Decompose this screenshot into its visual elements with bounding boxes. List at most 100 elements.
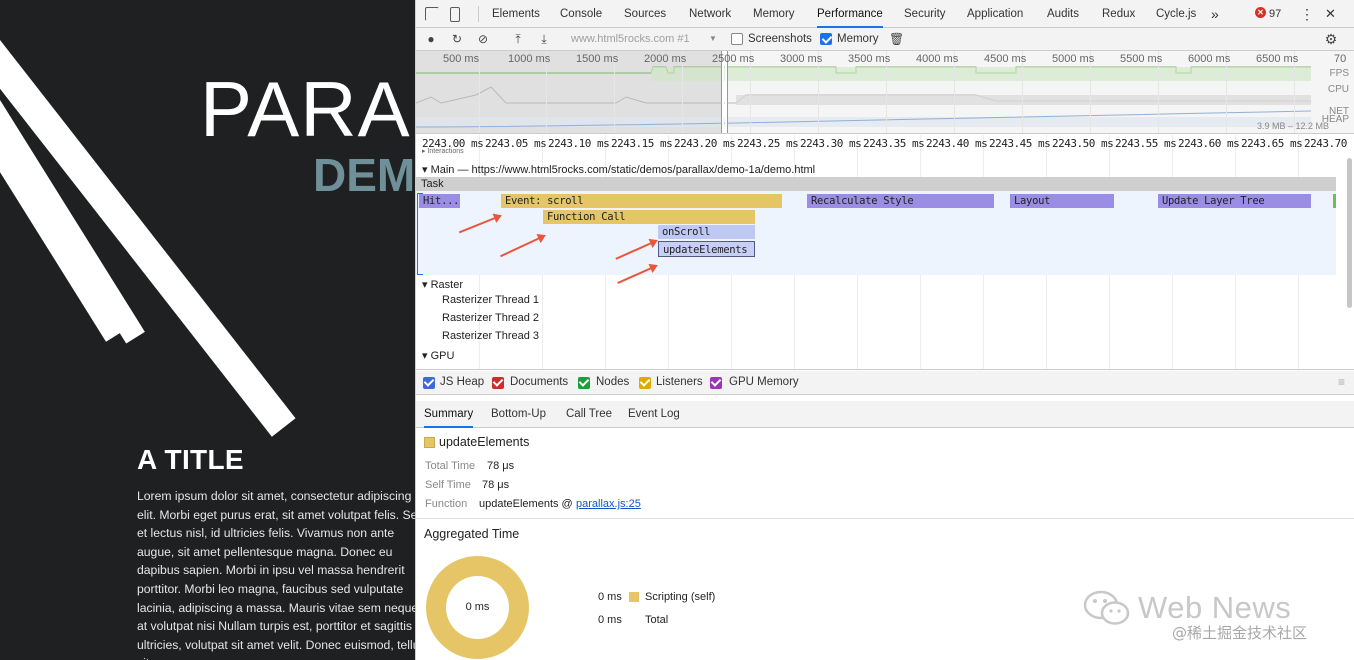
flame-tick: 2243.45 ms: [989, 137, 1051, 150]
clear-icon[interactable]: ⊘: [476, 32, 490, 46]
tab-security[interactable]: Security: [904, 0, 946, 28]
memory-checkbox[interactable]: [820, 33, 832, 45]
overview-tick: 70: [1334, 53, 1347, 65]
download-profile-icon[interactable]: ⤓: [537, 32, 551, 46]
screenshots-label: Screenshots: [748, 33, 812, 45]
error-count[interactable]: 97: [1269, 0, 1281, 28]
flame-scrollbar[interactable]: [1347, 158, 1352, 308]
documents-checkbox[interactable]: [492, 377, 504, 389]
kebab-menu-icon[interactable]: ⋮: [1300, 0, 1314, 28]
drag-handle-icon[interactable]: ≡: [1338, 375, 1345, 389]
gpu-track[interactable]: ▾ GPU: [422, 349, 454, 362]
tab-redux[interactable]: Redux: [1102, 0, 1135, 28]
function-call-block[interactable]: Function Call: [543, 210, 755, 224]
tab-application[interactable]: Application: [967, 0, 1023, 28]
watermark-sub: @稀土掘金技术社区: [1172, 624, 1308, 642]
flame-tick: 2243.30 ms: [800, 137, 862, 150]
documents-label: Documents: [510, 376, 569, 388]
flame-tick: 2243.70: [1304, 137, 1347, 150]
donut-center-value: 0 ms: [446, 576, 509, 639]
settings-gear-icon[interactable]: ⚙: [1324, 32, 1338, 46]
paint-block[interactable]: [1333, 194, 1336, 208]
overview-tick: 3500 ms: [848, 53, 891, 65]
flame-tick: 2243.10 ms: [548, 137, 610, 150]
watermark-text: Web News: [1138, 590, 1292, 625]
overview-tick: 2000 ms: [644, 53, 687, 65]
js-heap-checkbox[interactable]: [423, 377, 435, 389]
flame-tick: 2243.20 ms: [674, 137, 736, 150]
gpu-memory-label: GPU Memory: [729, 376, 799, 388]
update-elements-block[interactable]: updateElements: [658, 241, 755, 257]
overview-tick: 500 ms: [443, 53, 480, 65]
scripting-swatch: [424, 437, 435, 448]
total-time-value: 78 μs: [487, 460, 515, 472]
devtools-panel: Elements Console Sources Network Memory …: [415, 0, 1354, 660]
gpu-memory-checkbox[interactable]: [710, 377, 722, 389]
js-heap-label: JS Heap: [440, 376, 485, 388]
recording-dropdown-icon[interactable]: ▼: [706, 32, 720, 46]
scripting-legend-label: Scripting (self): [645, 591, 716, 603]
rasterizer-thread-1: Rasterizer Thread 1: [442, 294, 540, 306]
tab-sources[interactable]: Sources: [624, 0, 666, 28]
overview-tick: 5000 ms: [1052, 53, 1095, 65]
details-tabbar: Summary Bottom-Up Call Tree Event Log: [416, 401, 1354, 428]
tab-call-tree[interactable]: Call Tree: [566, 401, 612, 428]
heap-range: 3.9 MB – 12.2 MB: [1256, 121, 1329, 131]
nodes-checkbox[interactable]: [578, 377, 590, 389]
timeline-overview[interactable]: 500 ms 1000 ms 1500 ms 2000 ms 2500 ms 3…: [416, 51, 1354, 134]
article-title: A TITLE: [137, 444, 244, 475]
flame-tick: 2243.65 ms: [1241, 137, 1303, 150]
wechat-icon: [1083, 590, 1130, 625]
recalculate-style-block[interactable]: Recalculate Style: [807, 194, 994, 208]
inspect-element-icon[interactable]: [425, 7, 439, 21]
screenshots-checkbox[interactable]: [731, 33, 743, 45]
tab-event-log[interactable]: Event Log: [628, 401, 680, 428]
onscroll-block[interactable]: onScroll: [658, 225, 755, 239]
overview-tick: 1000 ms: [508, 53, 551, 65]
nodes-label: Nodes: [596, 376, 630, 388]
watermark: Web News @稀土掘金技术社区: [1080, 588, 1350, 658]
source-link[interactable]: parallax.js:25: [576, 498, 641, 510]
listeners-checkbox[interactable]: [639, 377, 651, 389]
flame-chart[interactable]: 2243.00 ms 2243.05 ms 2243.10 ms 2243.15…: [416, 135, 1354, 370]
garbage-collect-icon[interactable]: 🗑: [889, 32, 904, 46]
overview-tick: 6000 ms: [1188, 53, 1231, 65]
tabbar-divider: [478, 6, 479, 22]
close-icon[interactable]: ✕: [1325, 0, 1336, 28]
tab-memory[interactable]: Memory: [753, 0, 795, 28]
overview-grid-1: [479, 51, 480, 133]
upload-profile-icon[interactable]: ⤒: [511, 32, 525, 46]
recording-select[interactable]: www.html5rocks.com #1: [571, 32, 690, 47]
flame-tick: 2243.35 ms: [863, 137, 925, 150]
event-scroll-block[interactable]: Event: scroll: [501, 194, 782, 208]
overview-tick: 1500 ms: [576, 53, 619, 65]
hit-test-block[interactable]: Hit....st: [419, 194, 460, 208]
tab-cyclejs[interactable]: Cycle.js: [1156, 0, 1196, 28]
tab-summary[interactable]: Summary: [424, 401, 474, 428]
error-icon[interactable]: ✕: [1255, 7, 1266, 18]
update-layer-tree-block[interactable]: Update Layer Tree: [1158, 194, 1311, 208]
layout-block[interactable]: Layout: [1010, 194, 1114, 208]
interactions-track[interactable]: ▸ Interactions: [422, 147, 464, 155]
tab-console[interactable]: Console: [560, 0, 602, 28]
tab-elements[interactable]: Elements: [492, 0, 540, 28]
tab-audits[interactable]: Audits: [1047, 0, 1079, 28]
main-track[interactable]: ▾ Main — https://www.html5rocks.com/stat…: [422, 163, 815, 176]
tab-network[interactable]: Network: [689, 0, 731, 28]
total-legend-label: Total: [645, 614, 669, 626]
hero-title: PARAL: [200, 65, 415, 153]
record-icon[interactable]: ●: [424, 32, 438, 46]
task-label: Task: [421, 178, 444, 190]
task-bar[interactable]: [416, 177, 1336, 191]
function-name: updateElements @: [479, 498, 573, 510]
device-toolbar-icon[interactable]: [450, 7, 460, 22]
summary-title: updateElements: [439, 435, 530, 449]
scripting-value: 0 ms: [598, 591, 622, 603]
more-tabs-icon[interactable]: »: [1211, 0, 1219, 28]
overview-tick: 6500 ms: [1256, 53, 1299, 65]
tab-performance[interactable]: Performance: [817, 0, 883, 28]
listeners-label: Listeners: [656, 376, 703, 388]
reload-record-icon[interactable]: ↻: [450, 32, 464, 46]
raster-track[interactable]: ▾ Raster: [422, 278, 463, 291]
tab-bottom-up[interactable]: Bottom-Up: [491, 401, 546, 428]
